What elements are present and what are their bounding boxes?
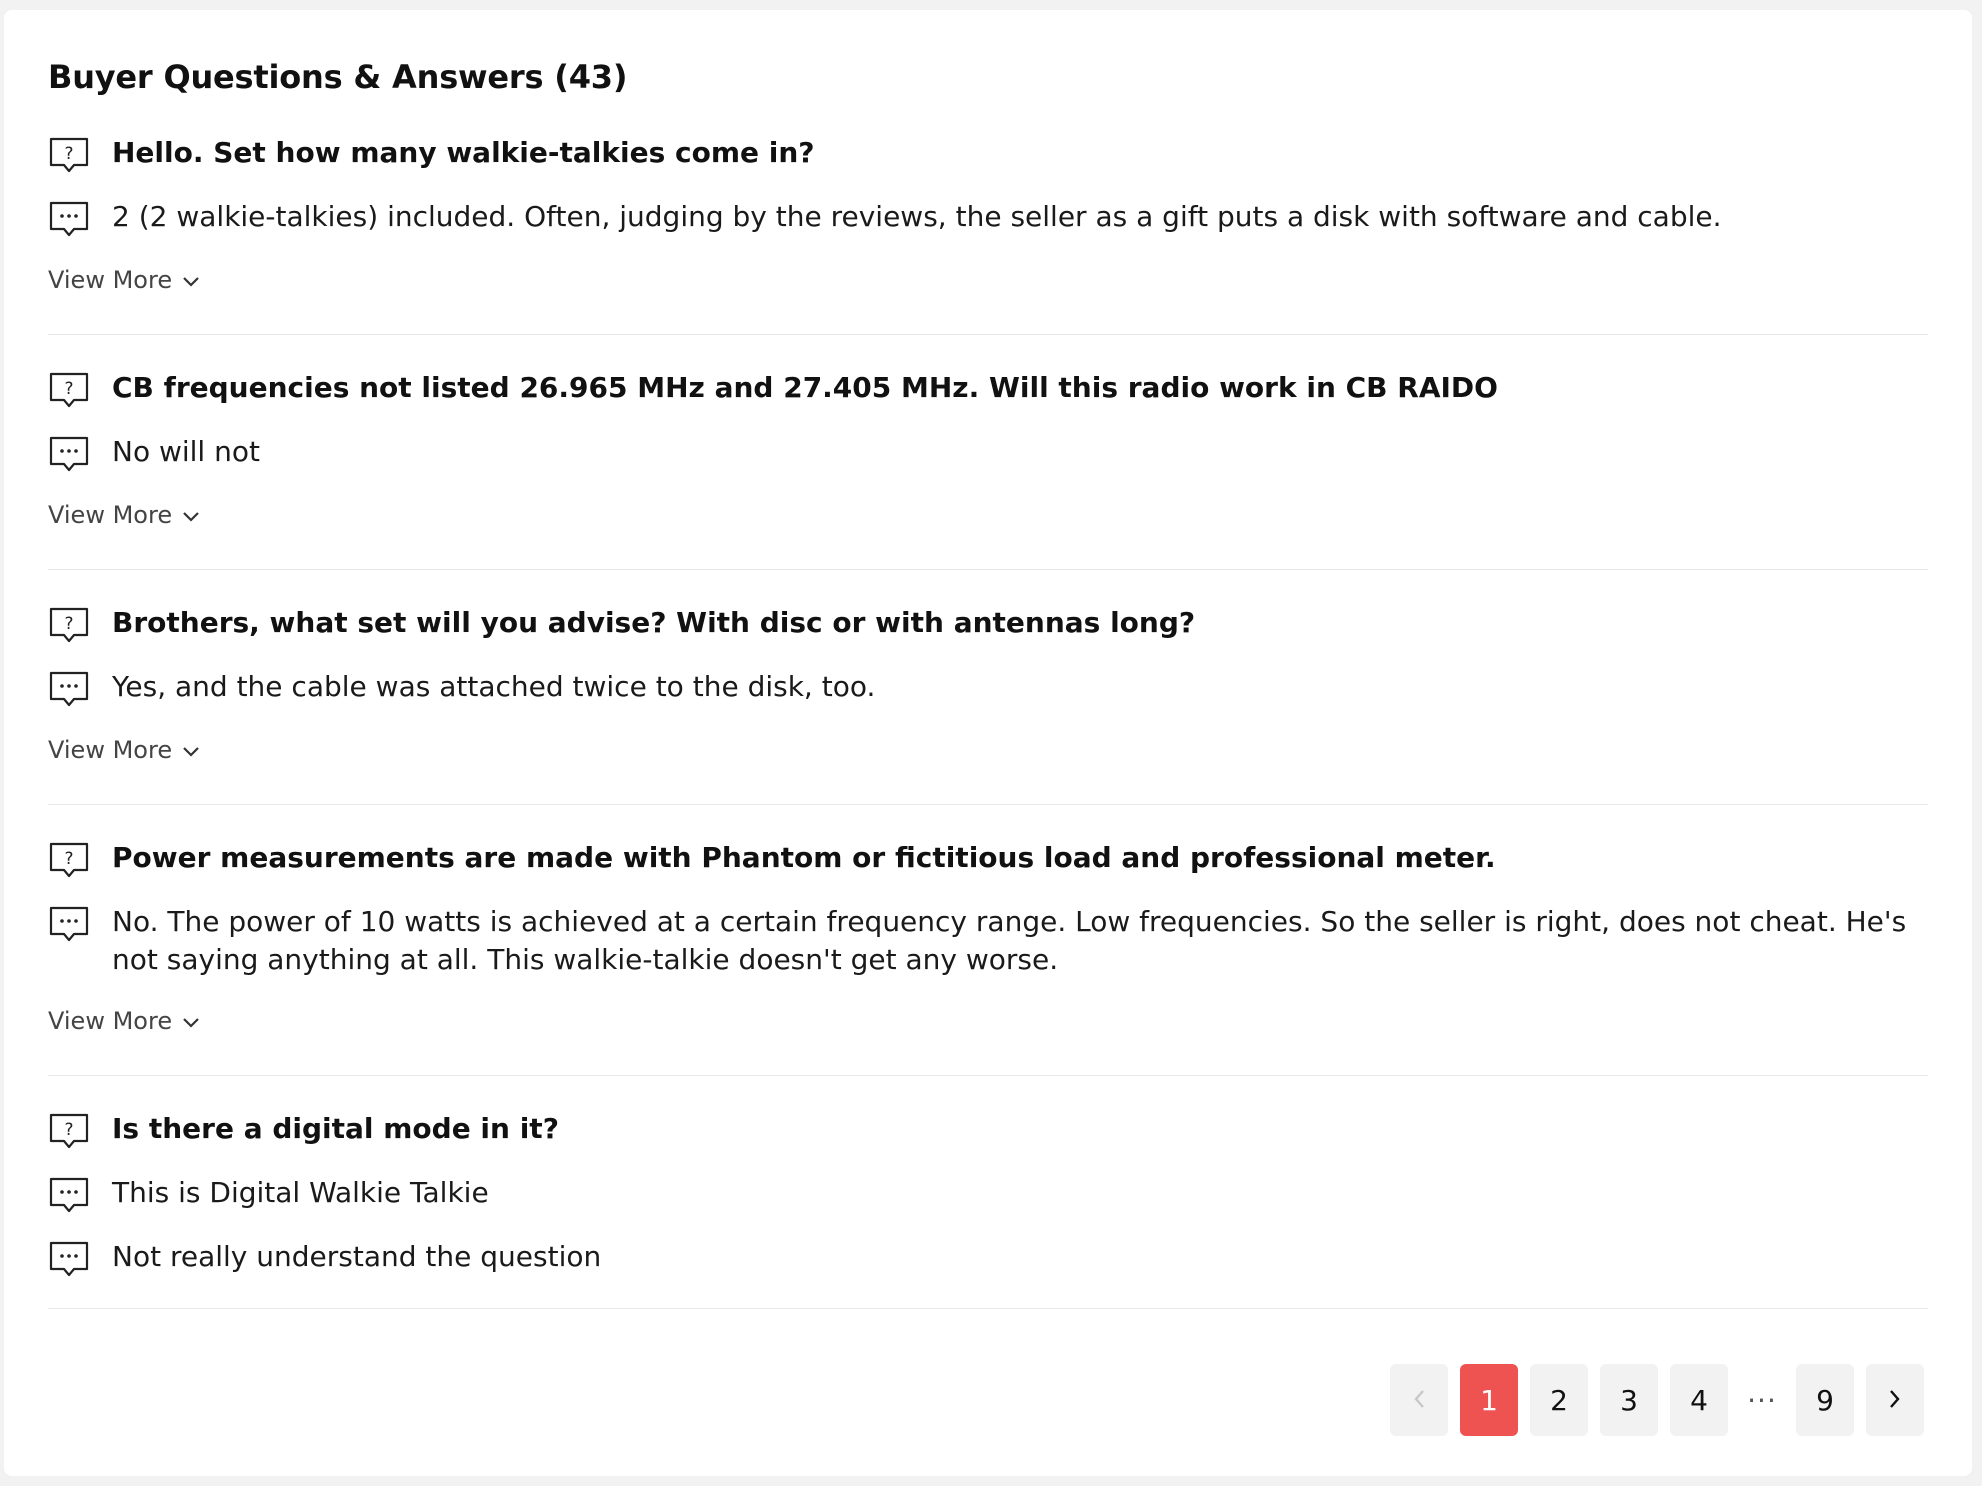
- question-text: Power measurements are made with Phantom…: [112, 841, 1496, 874]
- page-button-4[interactable]: 4: [1670, 1364, 1728, 1436]
- view-more-label: View More: [48, 1007, 173, 1035]
- question-icon: ?: [48, 841, 90, 879]
- answer-icon: [48, 1176, 90, 1214]
- answer-text: 2 (2 walkie-talkies) included. Often, ju…: [112, 200, 1722, 233]
- svg-text:?: ?: [64, 379, 73, 399]
- chevron-down-icon: [182, 266, 200, 294]
- answer-row: This is Digital Walkie Talkie: [48, 1174, 1928, 1214]
- question-row: ? Power measurements are made with Phant…: [48, 839, 1928, 879]
- question-icon: ?: [48, 371, 90, 409]
- view-more-label: View More: [48, 736, 173, 764]
- question-text: Brothers, what set will you advise? With…: [112, 606, 1196, 639]
- question-icon: ?: [48, 1112, 90, 1150]
- page-button-1[interactable]: 1: [1460, 1364, 1518, 1436]
- answer-row: No will not: [48, 433, 1928, 473]
- question-text: CB frequencies not listed 26.965 MHz and…: [112, 371, 1498, 404]
- view-more-button[interactable]: View More: [48, 1007, 200, 1035]
- chevron-right-icon: [1888, 1384, 1902, 1417]
- answer-text: No will not: [112, 435, 260, 468]
- answer-icon: [48, 670, 90, 708]
- svg-text:?: ?: [64, 1120, 73, 1140]
- pagination: 1 2 3 4 ··· 9: [1390, 1364, 1924, 1436]
- answer-icon: [48, 905, 90, 943]
- page-button-2[interactable]: 2: [1530, 1364, 1588, 1436]
- section-title: Buyer Questions & Answers (43): [48, 58, 628, 96]
- qa-list: ? Hello. Set how many walkie-talkies com…: [48, 134, 1928, 1309]
- qa-item: ? CB frequencies not listed 26.965 MHz a…: [48, 369, 1928, 570]
- page-button-9[interactable]: 9: [1796, 1364, 1854, 1436]
- chevron-down-icon: [182, 501, 200, 529]
- page-button-3[interactable]: 3: [1600, 1364, 1658, 1436]
- answer-text: No. The power of 10 watts is achieved at…: [112, 905, 1907, 976]
- answer-icon: [48, 1240, 90, 1278]
- question-icon: ?: [48, 136, 90, 174]
- view-more-button[interactable]: View More: [48, 736, 200, 764]
- view-more-label: View More: [48, 501, 173, 529]
- question-row: ? Hello. Set how many walkie-talkies com…: [48, 134, 1928, 174]
- answer-text: Not really understand the question: [112, 1240, 602, 1273]
- question-text: Hello. Set how many walkie-talkies come …: [112, 136, 815, 169]
- next-page-button[interactable]: [1866, 1364, 1924, 1436]
- answer-row: Not really understand the question: [48, 1238, 1928, 1278]
- answer-text: This is Digital Walkie Talkie: [112, 1176, 489, 1209]
- question-row: ? Brothers, what set will you advise? Wi…: [48, 604, 1928, 644]
- answer-icon: [48, 435, 90, 473]
- answer-row: No. The power of 10 watts is achieved at…: [48, 903, 1928, 979]
- qa-item: ? Power measurements are made with Phant…: [48, 839, 1928, 1076]
- view-more-button[interactable]: View More: [48, 266, 200, 294]
- answer-row: Yes, and the cable was attached twice to…: [48, 668, 1928, 708]
- qa-panel: Buyer Questions & Answers (43) ? Hello. …: [4, 10, 1972, 1476]
- question-text: Is there a digital mode in it?: [112, 1112, 559, 1145]
- chevron-down-icon: [182, 736, 200, 764]
- view-more-label: View More: [48, 266, 173, 294]
- qa-item: ? Brothers, what set will you advise? Wi…: [48, 604, 1928, 805]
- page-ellipsis: ···: [1747, 1383, 1777, 1417]
- svg-text:?: ?: [64, 849, 73, 869]
- qa-item: ? Is there a digital mode in it? This is…: [48, 1110, 1928, 1309]
- answer-row: 2 (2 walkie-talkies) included. Often, ju…: [48, 198, 1928, 238]
- view-more-button[interactable]: View More: [48, 501, 200, 529]
- prev-page-button[interactable]: [1390, 1364, 1448, 1436]
- question-icon: ?: [48, 606, 90, 644]
- chevron-down-icon: [182, 1007, 200, 1035]
- svg-text:?: ?: [64, 144, 73, 164]
- answer-text: Yes, and the cable was attached twice to…: [112, 670, 876, 703]
- question-row: ? Is there a digital mode in it?: [48, 1110, 1928, 1150]
- answer-icon: [48, 200, 90, 238]
- chevron-left-icon: [1412, 1384, 1426, 1417]
- question-row: ? CB frequencies not listed 26.965 MHz a…: [48, 369, 1928, 409]
- svg-text:?: ?: [64, 614, 73, 634]
- qa-item: ? Hello. Set how many walkie-talkies com…: [48, 134, 1928, 335]
